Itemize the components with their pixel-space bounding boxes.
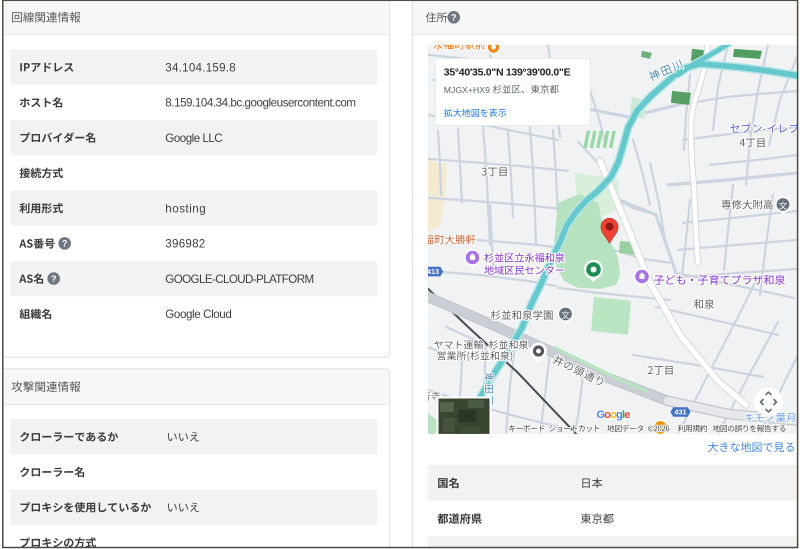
svg-text:8.159.104.34.bc.googleusercont: 8.159.104.34.bc.googleusercontent.com [165, 97, 355, 110]
svg-text:GOOGLE-CLOUD-PLATFORM: GOOGLE-CLOUD-PLATFORM [165, 273, 313, 286]
svg-text:?: ? [451, 13, 457, 23]
svg-text:Google: Google [597, 409, 631, 421]
svg-text:MJGX+HX9: MJGX+HX9 [444, 85, 490, 95]
svg-text:Google Cloud: Google Cloud [165, 308, 231, 321]
svg-text:35°40'35.0"N 139°39'00.0"E: 35°40'35.0"N 139°39'00.0"E [444, 66, 571, 78]
svg-text:?: ? [51, 274, 57, 284]
svg-text:34.104.159.8: 34.104.159.8 [165, 61, 236, 74]
svg-text:396982: 396982 [165, 238, 205, 251]
svg-text:Google LLC: Google LLC [165, 132, 222, 145]
svg-text:413: 413 [427, 267, 439, 276]
svg-text:?: ? [62, 239, 68, 249]
svg-text:hosting: hosting [165, 202, 206, 215]
svg-text:431: 431 [674, 408, 686, 417]
